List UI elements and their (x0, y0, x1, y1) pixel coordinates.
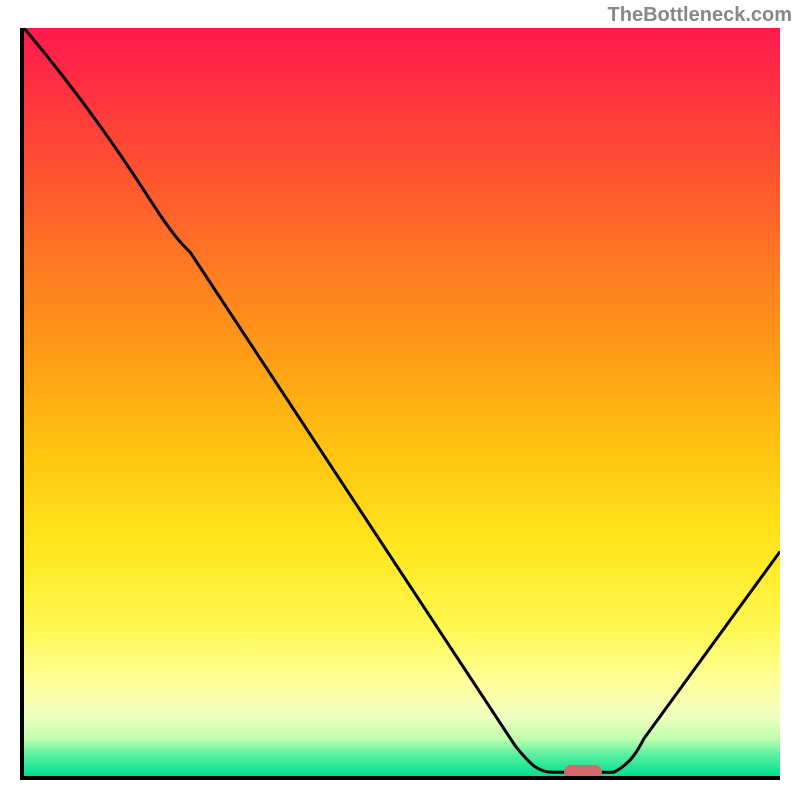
chart-curve-svg (24, 28, 780, 776)
watermark-text: TheBottleneck.com (608, 4, 792, 27)
bottleneck-curve-path (24, 28, 780, 772)
chart-plot-area (20, 28, 780, 780)
optimal-marker (564, 765, 602, 779)
